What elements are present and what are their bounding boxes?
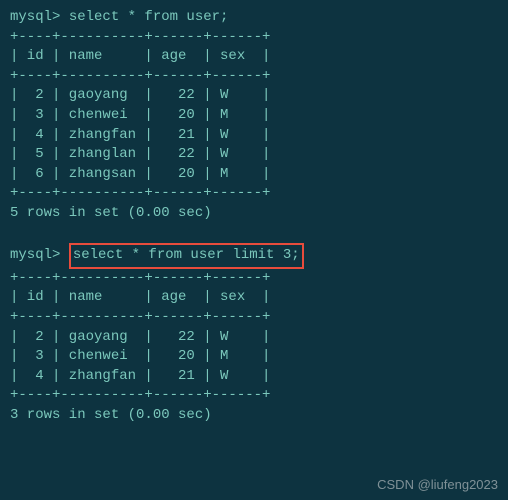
table-row: | 2 | gaoyang | 22 | W |	[10, 328, 498, 348]
table-row: | 4 | zhangfan | 21 | W |	[10, 367, 498, 387]
table-header-2: | id | name | age | sex |	[10, 288, 498, 308]
table-row: | 3 | chenwei | 20 | M |	[10, 347, 498, 367]
highlighted-sql-query: select * from user limit 3;	[69, 243, 304, 269]
mysql-prompt: mysql>	[10, 8, 69, 28]
mysql-prompt-line-1[interactable]: mysql> select * from user;	[10, 8, 498, 28]
table-row: | 2 | gaoyang | 22 | W |	[10, 86, 498, 106]
table-border-mid-2: +----+----------+------+------+	[10, 308, 498, 328]
table-border-top-2: +----+----------+------+------+	[10, 269, 498, 289]
status-line-1: 5 rows in set (0.00 sec)	[10, 204, 498, 224]
table-border-bot-1: +----+----------+------+------+	[10, 184, 498, 204]
table-row: | 6 | zhangsan | 20 | M |	[10, 165, 498, 185]
mysql-prompt: mysql>	[10, 246, 69, 266]
watermark: CSDN @liufeng2023	[377, 476, 498, 494]
sql-query-1: select * from user;	[69, 8, 229, 28]
table-row: | 5 | zhanglan | 22 | W |	[10, 145, 498, 165]
table-border-bot-2: +----+----------+------+------+	[10, 386, 498, 406]
blank-line	[10, 224, 498, 244]
status-line-2: 3 rows in set (0.00 sec)	[10, 406, 498, 426]
table-border-top-1: +----+----------+------+------+	[10, 28, 498, 48]
table-row: | 3 | chenwei | 20 | M |	[10, 106, 498, 126]
table-header-1: | id | name | age | sex |	[10, 47, 498, 67]
mysql-prompt-line-2[interactable]: mysql> select * from user limit 3;	[10, 243, 498, 269]
table-border-mid-1: +----+----------+------+------+	[10, 67, 498, 87]
table-row: | 4 | zhangfan | 21 | W |	[10, 126, 498, 146]
